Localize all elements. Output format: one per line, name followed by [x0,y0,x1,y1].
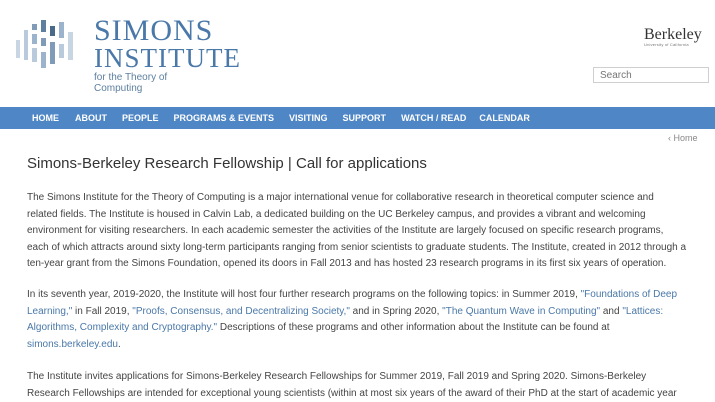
nav-item-home[interactable]: HOME [32,107,59,129]
programs-text-1: In its seventh year, 2019-2020, the Inst… [27,289,581,300]
nav-item-visiting[interactable]: VISITING [289,107,328,129]
link-quantum-wave[interactable]: "The Quantum Wave in Computing" [442,306,600,317]
fellowship-paragraph: The Institute invites applications for S… [27,371,677,399]
site-header: SIMONS INSTITUTE for the Theory of Compu… [0,0,715,106]
nav-item-calendar[interactable]: CALENDAR [479,107,530,129]
programs-text-5: Descriptions of these programs and other… [217,322,610,333]
link-proofs-consensus[interactable]: "Proofs, Consensus, and Decentralizing S… [132,306,350,317]
programs-text-3: and in Spring 2020, [349,305,443,317]
brand-tagline: for the Theory of Computing [94,72,168,94]
programs-text-6: . [117,338,121,350]
page-title: Simons-Berkeley Research Fellowship | Ca… [27,155,427,172]
brand-line-1: SIMONS [94,14,214,47]
link-simons-site[interactable]: simons.berkeley.edu [27,339,118,350]
search-input[interactable] [593,67,709,83]
intro-paragraph: The Simons Institute for the Theory of C… [27,192,687,269]
main-nav: HOME ABOUT PEOPLE PROGRAMS & EVENTS VISI… [0,107,715,129]
brand-line-2: INSTITUTE [94,43,241,73]
logo-mark-icon [16,18,74,80]
programs-paragraph: In its seventh year, 2019-2020, the Inst… [27,287,687,353]
programs-text-2: in Fall 2019, [72,305,133,317]
simons-logo[interactable]: SIMONS INSTITUTE for the Theory of Compu… [16,14,240,94]
nav-item-people[interactable]: PEOPLE [122,107,159,129]
breadcrumb-home-link[interactable]: ‹ Home [668,133,698,143]
nav-item-support[interactable]: SUPPORT [343,107,387,129]
nav-item-about[interactable]: ABOUT [75,107,107,129]
nav-item-watch-read[interactable]: WATCH / READ [401,107,466,129]
nav-item-programs-events[interactable]: PROGRAMS & EVENTS [174,107,275,129]
berkeley-logo-subtitle: University of California [644,42,689,47]
programs-text-4: and [600,305,623,317]
